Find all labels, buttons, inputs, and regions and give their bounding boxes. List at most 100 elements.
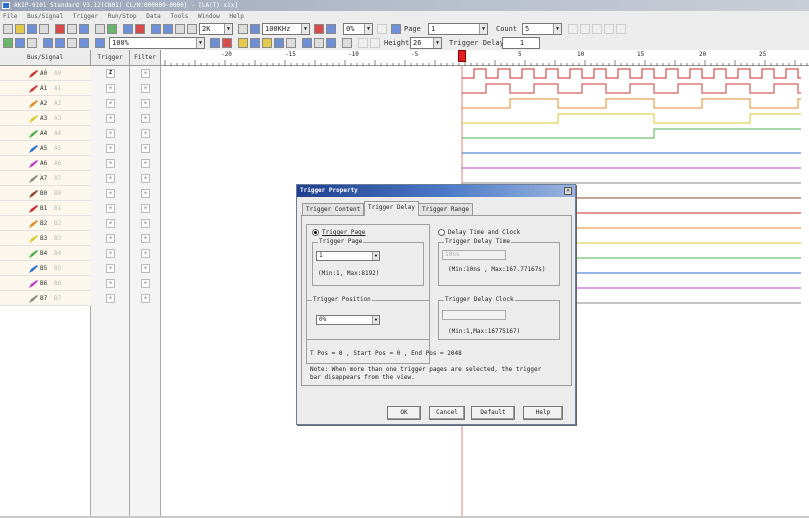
tab-trigger-range[interactable]: Trigger Range xyxy=(418,203,473,215)
cancel-button[interactable]: Cancel xyxy=(429,406,465,420)
trigger-condition-cell[interactable]: ▪ xyxy=(106,189,115,198)
trigger-condition-cell[interactable]: ▪ xyxy=(106,129,115,138)
filter-cell[interactable]: ▪ xyxy=(141,264,150,273)
signal-icon[interactable] xyxy=(262,38,272,48)
count-select[interactable]: 5 ▼ xyxy=(522,23,562,35)
signal-color-pen-icon[interactable] xyxy=(29,84,38,93)
signal-color-pen-icon[interactable] xyxy=(29,204,38,213)
trigger-condition-cell[interactable]: ▪ xyxy=(106,219,115,228)
clock-icon[interactable] xyxy=(250,24,260,34)
trigger-page-select[interactable]: 1 ▼ xyxy=(316,251,380,261)
filter-cell[interactable]: ▪ xyxy=(141,114,150,123)
trigger-condition-cell[interactable]: ▪ xyxy=(106,144,115,153)
menu-help[interactable]: Help xyxy=(229,13,243,20)
signal-color-pen-icon[interactable] xyxy=(29,114,38,123)
delay-time-clock-radio[interactable] xyxy=(438,229,445,236)
zoom-reset-icon[interactable] xyxy=(222,38,232,48)
save-icon[interactable] xyxy=(27,24,37,34)
signal-color-pen-icon[interactable] xyxy=(29,144,38,153)
signal-row[interactable]: A0 A0 xyxy=(0,66,91,81)
signal-color-pen-icon[interactable] xyxy=(29,219,38,228)
select-icon[interactable] xyxy=(67,38,77,48)
trigger-condition-cell[interactable]: ▪ xyxy=(106,234,115,243)
signal-color-pen-icon[interactable] xyxy=(29,174,38,183)
ok-button[interactable]: OK xyxy=(387,406,421,420)
tab-trigger-delay[interactable]: Trigger Delay xyxy=(364,201,419,216)
signal-color-pen-icon[interactable] xyxy=(29,234,38,243)
zoom-select[interactable]: 100% ▼ xyxy=(109,37,205,49)
table-icon[interactable] xyxy=(27,38,37,48)
threshold-icon[interactable] xyxy=(314,24,324,34)
menu-file[interactable]: File xyxy=(3,13,17,20)
filter-cell[interactable]: ▪ xyxy=(141,249,150,258)
signal-color-pen-icon[interactable] xyxy=(29,69,38,78)
signal-row[interactable]: B6 B6 xyxy=(0,276,91,291)
hand-icon[interactable] xyxy=(55,38,65,48)
zoom-out-icon[interactable] xyxy=(135,24,145,34)
signal-row[interactable]: A4 A4 xyxy=(0,126,91,141)
filter-cell[interactable]: ▪ xyxy=(141,189,150,198)
signal-row[interactable]: B4 B4 xyxy=(0,246,91,261)
signal-row[interactable]: A3 A3 xyxy=(0,111,91,126)
signal-row[interactable]: B2 B2 xyxy=(0,216,91,231)
trigger-condition-cell[interactable]: ▪ xyxy=(106,204,115,213)
menu-run-stop[interactable]: Run/Stop xyxy=(108,13,137,20)
grid-icon[interactable] xyxy=(3,38,13,48)
level-icon[interactable] xyxy=(326,24,336,34)
trigger-condition-cell[interactable]: ▪ xyxy=(106,159,115,168)
signal-row[interactable]: B3 B3 xyxy=(0,231,91,246)
filter-cell[interactable]: ▪ xyxy=(141,174,150,183)
signal-row[interactable]: B7 B7 xyxy=(0,291,91,306)
menu-bus-signal[interactable]: Bus/Signal xyxy=(27,13,63,20)
step-icon[interactable] xyxy=(187,24,197,34)
signal-row[interactable]: A6 A6 xyxy=(0,156,91,171)
close-icon[interactable]: × xyxy=(564,187,572,195)
percent-select[interactable]: 0% ▼ xyxy=(343,23,373,35)
signal-row[interactable]: B1 B1 xyxy=(0,201,91,216)
ruler-icon[interactable] xyxy=(238,24,248,34)
stop-icon[interactable] xyxy=(175,24,185,34)
list-icon[interactable] xyxy=(15,38,25,48)
open-folder-icon[interactable] xyxy=(15,24,25,34)
trigger-condition-cell[interactable]: Z xyxy=(106,69,115,78)
trigger-marker-icon[interactable] xyxy=(458,50,466,62)
binoculars-icon[interactable] xyxy=(302,38,312,48)
new-file-icon[interactable] xyxy=(3,24,13,34)
cut-icon[interactable] xyxy=(55,24,65,34)
trigger-condition-cell[interactable]: ▪ xyxy=(106,114,115,123)
bus-signal-header[interactable]: Bus/Signal xyxy=(0,50,91,66)
signal-row[interactable]: B5 B5 xyxy=(0,261,91,276)
zoom-icon[interactable] xyxy=(95,38,105,48)
sample-count-select[interactable]: 2K ▼ xyxy=(199,23,233,35)
signal-color-pen-icon[interactable] xyxy=(29,294,38,303)
next-edge-icon[interactable] xyxy=(326,38,336,48)
run-repeat-icon[interactable] xyxy=(163,24,173,34)
signal-color-pen-icon[interactable] xyxy=(29,159,38,168)
prev-icon[interactable] xyxy=(377,24,387,34)
paste-icon[interactable] xyxy=(79,24,89,34)
page-arrow-icon[interactable] xyxy=(391,24,401,34)
trigger-condition-cell[interactable]: ▪ xyxy=(106,249,115,258)
find-icon[interactable] xyxy=(286,38,296,48)
menu-trigger[interactable]: Trigger xyxy=(73,13,98,20)
jump-icon[interactable] xyxy=(314,38,324,48)
copy-icon[interactable] xyxy=(67,24,77,34)
trigger-condition-cell[interactable]: ▪ xyxy=(106,294,115,303)
undo-icon[interactable] xyxy=(95,24,105,34)
trigger-condition-cell[interactable]: ▪ xyxy=(106,84,115,93)
signal-row[interactable]: A5 A5 xyxy=(0,141,91,156)
signal-row[interactable]: A1 A1 xyxy=(0,81,91,96)
trigger-page-radio[interactable] xyxy=(312,229,319,236)
tab-trigger-content[interactable]: Trigger Content xyxy=(302,203,365,215)
run-icon[interactable] xyxy=(151,24,161,34)
filter-cell[interactable]: ▪ xyxy=(141,159,150,168)
filter-header[interactable]: Filter xyxy=(130,50,161,66)
filter-cell[interactable]: ▪ xyxy=(141,99,150,108)
filter-cell[interactable]: ▪ xyxy=(141,69,150,78)
marker-icon[interactable] xyxy=(79,38,89,48)
settings-icon[interactable] xyxy=(342,38,352,48)
default-button[interactable]: Default xyxy=(471,406,515,420)
trigger-condition-cell[interactable]: ▪ xyxy=(106,174,115,183)
signal-row[interactable]: B0 B0 xyxy=(0,186,91,201)
filter-cell[interactable]: ▪ xyxy=(141,144,150,153)
